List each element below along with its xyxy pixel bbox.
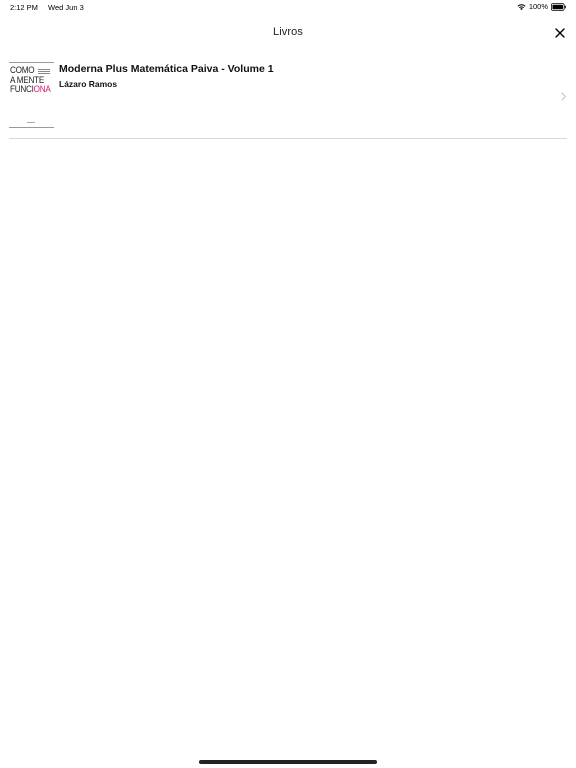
status-right: 100% — [517, 2, 566, 11]
cover-publisher-mark — [27, 122, 35, 123]
cover-line: FUNCIONA — [10, 85, 51, 95]
book-cover-image: COMO A MENTE FUNCIONA — [9, 62, 54, 130]
screen: 2:12 PM Wed Jun 3 100% Livros COMO A MEN… — [0, 0, 576, 768]
close-button[interactable] — [552, 25, 568, 41]
page-title: Livros — [273, 26, 303, 38]
status-date: Wed Jun 3 — [48, 3, 84, 12]
status-left: 2:12 PM Wed Jun 3 — [10, 3, 84, 12]
cover-line-part: FUNCI — [10, 84, 34, 95]
book-list: COMO A MENTE FUNCIONA Moderna Plus Matem… — [0, 54, 576, 139]
cover-rule — [9, 127, 54, 128]
status-time: 2:12 PM — [10, 3, 38, 12]
book-list-item[interactable]: COMO A MENTE FUNCIONA Moderna Plus Matem… — [9, 54, 567, 139]
cover-line-highlight: ONA — [33, 84, 51, 95]
nav-bar: Livros — [0, 20, 576, 48]
book-title: Moderna Plus Matemática Paiva - Volume 1 — [59, 63, 274, 75]
book-author: Lázaro Ramos — [59, 79, 118, 89]
battery-full-icon — [551, 2, 566, 11]
status-bar: 2:12 PM Wed Jun 3 100% — [0, 0, 576, 14]
cover-rule — [9, 62, 54, 63]
battery-percent: 100% — [528, 2, 548, 11]
home-indicator[interactable] — [199, 760, 377, 764]
wifi-icon — [517, 3, 526, 11]
cover-subtitle-lines — [38, 69, 50, 74]
chevron-right-icon — [561, 92, 567, 101]
close-icon — [555, 28, 565, 38]
